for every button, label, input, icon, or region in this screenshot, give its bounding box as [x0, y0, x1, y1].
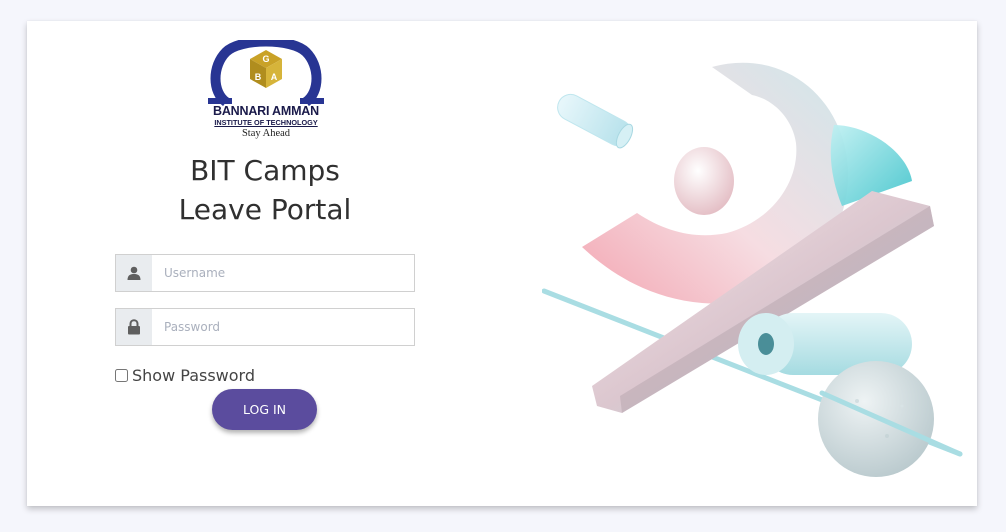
username-input[interactable]	[152, 255, 414, 291]
show-password-checkbox[interactable]	[115, 369, 128, 382]
title-line-2: Leave Portal	[178, 193, 352, 226]
svg-text:A: A	[271, 72, 278, 82]
logo-institute-name: BANNARI AMMAN	[213, 104, 319, 118]
show-password-toggle[interactable]: Show Password	[115, 366, 255, 385]
title-line-1: BIT Camps	[190, 154, 340, 187]
login-card: G B A BANNARI AMMAN INSTITUTE OF TECHNOL…	[27, 21, 977, 506]
omega-emblem: G B A	[208, 40, 324, 106]
password-input[interactable]	[152, 309, 414, 345]
show-password-label: Show Password	[132, 366, 255, 385]
password-field	[115, 308, 415, 346]
username-field	[115, 254, 415, 292]
institute-logo: G B A BANNARI AMMAN INSTITUTE OF TECHNOL…	[202, 40, 330, 142]
svg-text:G: G	[262, 54, 269, 64]
lock-icon	[116, 309, 152, 345]
login-button[interactable]: LOG IN	[212, 389, 317, 430]
user-icon	[116, 255, 152, 291]
logo-institute-subtitle: INSTITUTE OF TECHNOLOGY	[214, 118, 318, 127]
svg-text:B: B	[255, 72, 262, 82]
page-title: BIT Camps Leave Portal	[115, 151, 415, 229]
logo-tagline: Stay Ahead	[241, 128, 291, 139]
abstract-3d-illustration	[542, 62, 963, 477]
